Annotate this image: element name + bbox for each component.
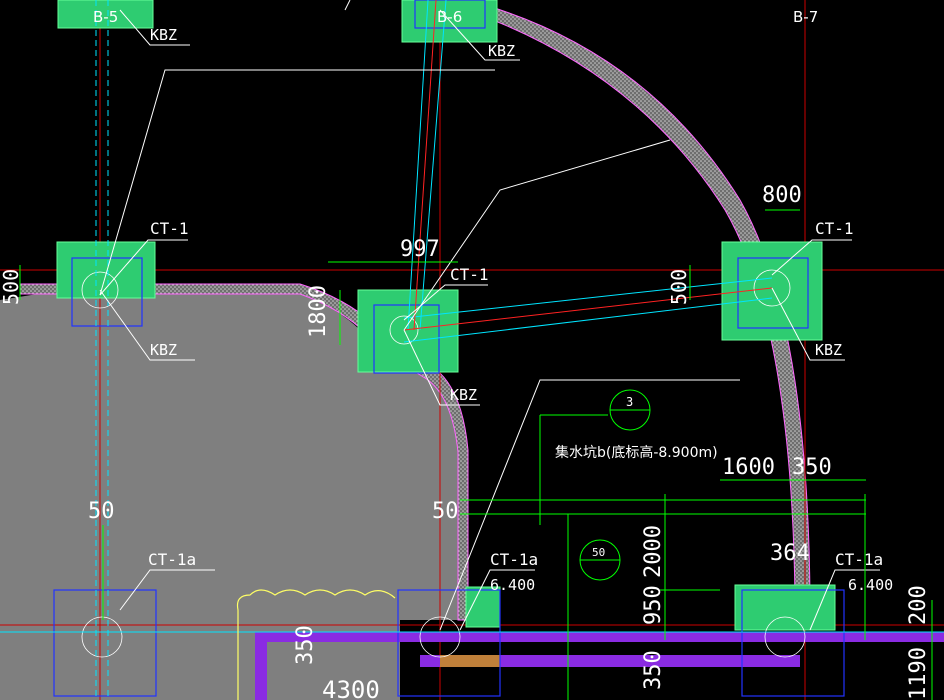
- cad-drawing: B-5 B-6 B-7 KBZ KBZ KBZ KBZ KBZ CT-1 CT-…: [0, 0, 944, 700]
- dim-200: 200: [906, 585, 931, 625]
- dim-350-top: 350: [792, 455, 832, 480]
- ct1a-label-left: CT-1a: [148, 550, 196, 569]
- dim-800: 800: [762, 183, 802, 208]
- pile-cap-ct1-right: [721, 241, 823, 341]
- dim-500: 500: [667, 269, 691, 305]
- detail-marker-3: 3: [626, 395, 633, 409]
- axis-labels: B-5 B-6 B-7: [93, 8, 818, 26]
- elevation-mid: 6.400: [490, 576, 535, 594]
- dim-350-left: 350: [293, 625, 318, 665]
- kbz-label-left: KBZ: [150, 341, 177, 359]
- ct1-label-mid: CT-1: [450, 265, 489, 284]
- dim-50-mid: 50: [432, 499, 459, 524]
- dim-50-left: 50: [88, 499, 115, 524]
- dim-997: 997: [400, 237, 440, 262]
- dim-1600: 1600: [722, 455, 775, 480]
- dim-350-bottom: 350: [641, 650, 666, 690]
- kbz-label-mid: KBZ: [450, 386, 477, 404]
- dim-4300: 4300: [322, 676, 380, 700]
- dim-1190: 1190: [906, 647, 931, 700]
- dim-1800: 1800: [306, 285, 331, 338]
- detail-marker-50: 50: [592, 546, 605, 559]
- axis-label-b6: B-6: [437, 8, 462, 26]
- elevation-right: 6.400: [848, 576, 893, 594]
- detail-markers: [579, 389, 651, 581]
- ct1-label-left: CT-1: [150, 219, 189, 238]
- dim-2000: 2000: [641, 525, 666, 578]
- pile-cap-ct1-mid: [357, 289, 459, 373]
- ct1a-label-right: CT-1a: [835, 550, 883, 569]
- ct1-label-right: CT-1: [815, 219, 854, 238]
- kbz-label-b6: KBZ: [488, 42, 515, 60]
- dim-364: 364: [770, 541, 810, 566]
- kbz-label-right: KBZ: [815, 341, 842, 359]
- axis-label-b7: B-7: [793, 8, 818, 26]
- kbz-label-b5: KBZ: [150, 26, 177, 44]
- dim-950: 950: [641, 585, 666, 625]
- ct1a-label-mid: CT-1a: [490, 550, 538, 569]
- sump-note: 集水坑b(底标高-8.900m): [555, 444, 718, 461]
- dim-500-left: 500: [0, 269, 23, 305]
- axis-label-b5: B-5: [93, 8, 118, 26]
- pile-cap-ct1a-right: [734, 584, 836, 631]
